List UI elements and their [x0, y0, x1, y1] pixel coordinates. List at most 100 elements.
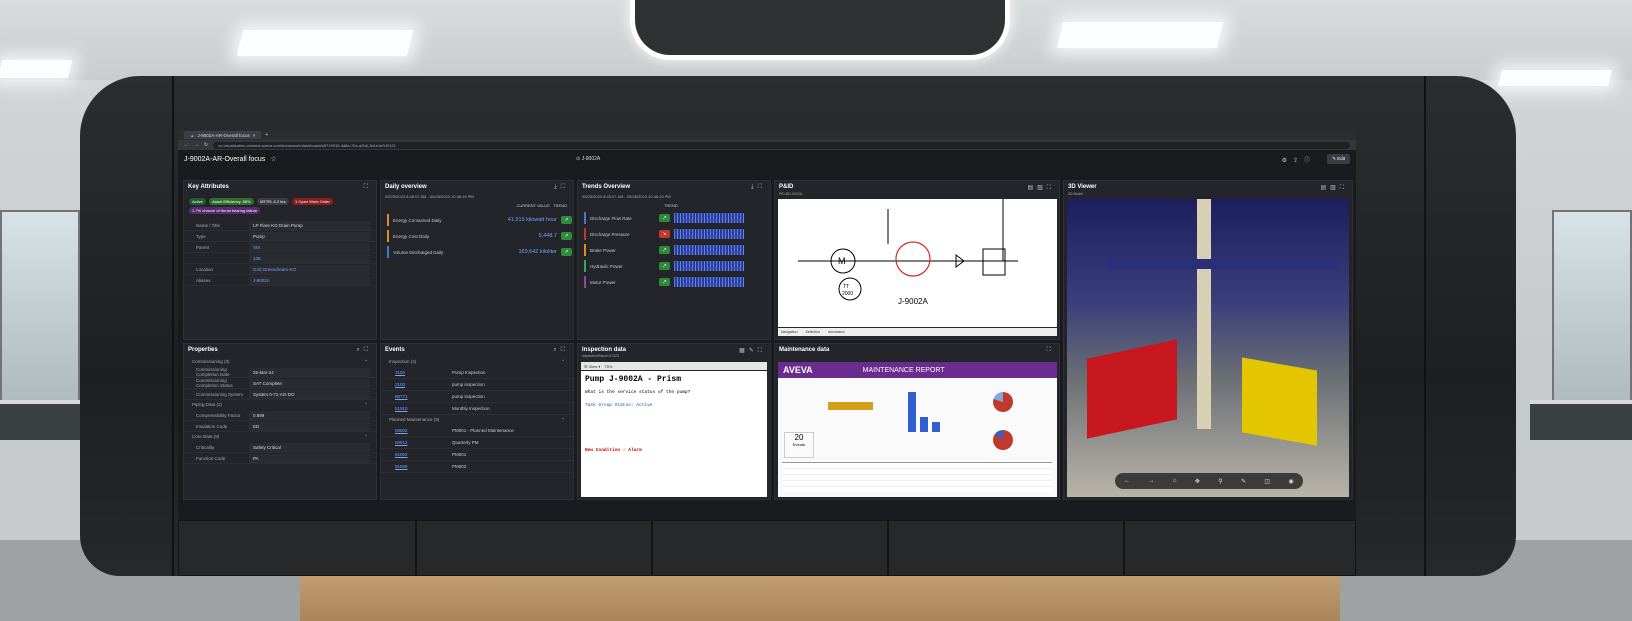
attr-row: Name / Title LP Flare KO Drain Pump — [184, 220, 376, 231]
calendar-icon[interactable]: ▦ — [739, 348, 749, 354]
events-card: Events ⌕⛶ Inspection (4) ⌃ 3100 Pump Inspe… — [380, 343, 574, 500]
trend-up-icon[interactable]: ↗ — [561, 232, 572, 240]
property-section[interactable]: Commissioning (3) ⌃ — [184, 357, 376, 367]
event-section[interactable]: Inspection (4) ⌃ — [381, 357, 573, 367]
navigation-tool[interactable]: Navigation — [781, 330, 798, 334]
reload-icon[interactable]: ↻ — [204, 142, 208, 148]
trend-up-icon[interactable]: ↗ — [561, 248, 572, 256]
attr-link[interactable]: SM — [249, 242, 370, 252]
expand-icon[interactable]: ⛶ — [561, 184, 569, 190]
expand-icon[interactable]: ⛶ — [758, 348, 766, 354]
panel-seam — [172, 76, 174, 576]
layers-icon[interactable]: ▤ — [1027, 185, 1037, 191]
event-item[interactable]: 3100 Pump Inspection — [381, 367, 573, 379]
view-menu[interactable]: ☰ View ▾ — [584, 364, 600, 369]
event-item[interactable]: 51910 Monthly Inspection — [381, 403, 573, 415]
event-item[interactable]: 86771 pump inspection — [381, 391, 573, 403]
window — [0, 210, 80, 410]
work-order-badge[interactable]: 1 Open Work Order — [292, 198, 333, 205]
event-id[interactable]: 61002 — [395, 452, 427, 457]
event-id[interactable]: 08602 — [395, 428, 427, 433]
url-field[interactable]: vo.visualization.connect.aveva.com/homew… — [213, 141, 1350, 149]
close-icon[interactable]: × — [253, 133, 256, 138]
3d-scene[interactable]: ← → ⌂ ✥ ⚲ ✎ ◫ ◉ — [1067, 199, 1349, 497]
walk-icon[interactable]: ⚲ — [1218, 478, 1222, 485]
event-id[interactable]: 2100 — [395, 382, 427, 387]
forward-icon[interactable]: → — [194, 142, 199, 148]
pid-diagram[interactable]: M TT 2000 J-9002A — [778, 199, 1057, 327]
image-icon[interactable]: ▨ — [1330, 185, 1340, 191]
expand-icon[interactable]: ⛶ — [364, 347, 372, 353]
event-id[interactable]: 00912 — [395, 440, 427, 445]
card-title: Properties — [188, 347, 218, 353]
orbit-icon[interactable]: ✥ — [1195, 478, 1200, 485]
event-section[interactable]: Planned Maintenance (9) ⌃ — [381, 415, 573, 425]
selection-tool[interactable]: Selection — [806, 330, 820, 334]
visibility-icon[interactable]: ◉ — [1288, 478, 1293, 485]
annotation-tool[interactable]: Annotation — [828, 330, 845, 334]
trend-up-icon[interactable]: ↗ — [659, 246, 670, 254]
event-id[interactable]: 91599 — [395, 464, 427, 469]
edit-icon[interactable]: ✎ — [749, 348, 758, 354]
event-id[interactable]: 3100 — [395, 370, 427, 375]
alarm-line: New Condition : Alarm — [585, 448, 642, 453]
browser-tab[interactable]: ▲ J-9002A-AR-Overall focus × — [184, 131, 262, 139]
property-section[interactable]: Core Data (9) ⌃ — [184, 432, 376, 442]
share-icon[interactable]: ⇪ — [1293, 158, 1304, 164]
search-icon[interactable]: ⌕ — [553, 347, 560, 353]
report-header: AVEVA MAINTENANCE REPORT — [778, 362, 1057, 378]
trend-label: Hydraulic Power — [590, 263, 623, 269]
image-icon[interactable]: ▨ — [1037, 185, 1047, 191]
download-icon[interactable]: ⤓ — [751, 184, 758, 190]
property-section[interactable]: Piping Data (2) ⌃ — [184, 400, 376, 410]
maintenance-report[interactable]: AVEVA MAINTENANCE REPORT 20 Events — [778, 362, 1057, 497]
trend-up-icon[interactable]: ↗ — [659, 262, 670, 270]
info-icon[interactable]: ⓘ — [1304, 158, 1316, 164]
home-icon[interactable]: ⌂ — [1173, 478, 1177, 484]
zoom-level[interactable]: 75% — [604, 364, 612, 369]
trend-down-icon[interactable]: ↘ — [659, 230, 670, 238]
trend-up-icon[interactable]: ↗ — [561, 216, 572, 224]
forward-icon[interactable]: → — [1149, 478, 1155, 484]
column-headers: CURRENT VALUE TREND — [381, 199, 573, 212]
measure-icon[interactable]: ✎ — [1241, 478, 1246, 485]
edit-button[interactable]: ✎ Edit — [1327, 154, 1350, 164]
new-tab-icon[interactable]: + — [265, 132, 268, 138]
event-id[interactable]: 51910 — [395, 406, 427, 411]
expand-icon[interactable]: ⛶ — [758, 184, 766, 190]
expand-icon[interactable]: ⛶ — [1340, 185, 1348, 191]
event-id[interactable]: 86771 — [395, 394, 427, 399]
asset-context: ⊙ J-9002A — [576, 156, 601, 162]
attr-link[interactable]: J-9002A — [249, 275, 370, 285]
event-item[interactable]: 08602 PM001 - Planned Maintenance — [381, 425, 573, 437]
back-icon[interactable]: ← — [1124, 478, 1130, 484]
expand-icon[interactable]: ⛶ — [364, 184, 372, 191]
expand-icon[interactable]: ⛶ — [561, 347, 569, 353]
pid-toolbar: Navigation Selection Annotation — [778, 328, 1057, 336]
event-item[interactable]: 61002 PM001 — [381, 449, 573, 461]
wall-panel — [178, 520, 416, 576]
trend-up-icon[interactable]: ↗ — [659, 278, 670, 286]
event-item[interactable]: 00912 Quarterly PM — [381, 437, 573, 449]
attr-link[interactable]: Grid Greendream-KO — [249, 264, 370, 274]
expand-icon[interactable]: ⛶ — [1047, 347, 1055, 354]
section-icon[interactable]: ◫ — [1264, 478, 1270, 485]
event-item[interactable]: 2100 pump inspection — [381, 379, 573, 391]
address-bar: ← → ↻ vo.visualization.connect.aveva.com… — [178, 140, 1356, 150]
dashboard-grid: Key Attributes ⛶ Active Asset Efficiency… — [183, 180, 1353, 520]
event-item[interactable]: 91599 PM002 — [381, 461, 573, 473]
motor-symbol: M — [838, 256, 846, 266]
sparkline — [674, 277, 744, 287]
expand-icon[interactable]: ⛶ — [1047, 185, 1055, 191]
section-name: Commissioning (3) — [192, 359, 230, 364]
attr-link[interactable]: 136 — [249, 253, 370, 263]
download-icon[interactable]: ⤓ — [554, 184, 561, 190]
search-icon[interactable]: ⌕ — [356, 347, 363, 353]
kpi-color-bar — [387, 230, 389, 242]
settings-icon[interactable]: ⚙ — [1282, 158, 1293, 164]
favorite-star-icon[interactable]: ☆ — [270, 155, 276, 163]
trend-up-icon[interactable]: ↗ — [659, 214, 670, 222]
event-label: PM002 — [452, 464, 467, 469]
back-icon[interactable]: ← — [184, 142, 189, 148]
layers-icon[interactable]: ▤ — [1320, 185, 1330, 191]
